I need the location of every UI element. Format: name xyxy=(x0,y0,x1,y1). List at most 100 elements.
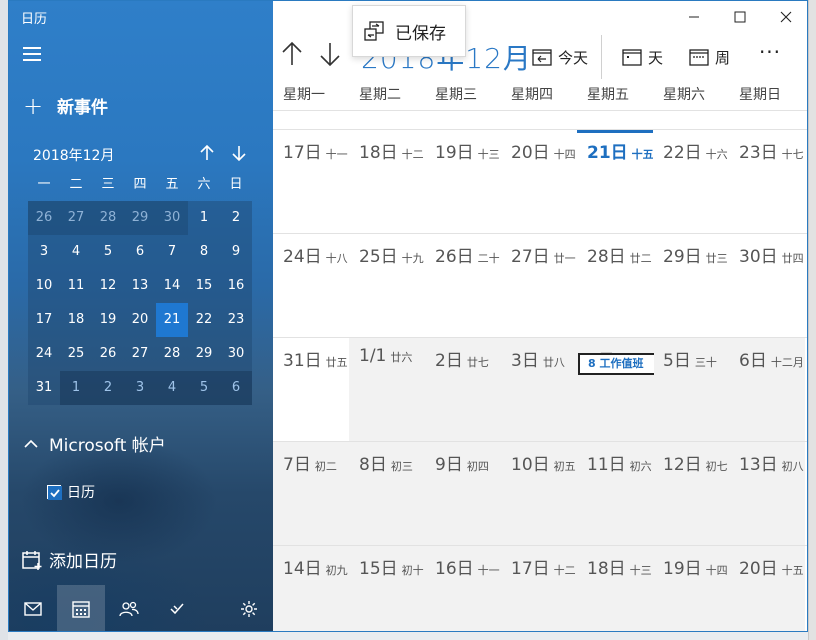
day-cell[interactable]: 5日 三十 xyxy=(653,338,729,442)
mini-day[interactable]: 29 xyxy=(188,337,220,371)
day-cell[interactable]: 25日 十九 xyxy=(349,234,425,338)
people-icon[interactable] xyxy=(105,585,153,631)
mini-day[interactable]: 26 xyxy=(28,201,60,235)
event-chip[interactable]: 8 工作值班 xyxy=(578,353,654,375)
mini-day[interactable]: 27 xyxy=(124,337,156,371)
day-cell[interactable]: 9日 初四 xyxy=(425,442,501,546)
mini-day[interactable]: 11 xyxy=(60,269,92,303)
previous-month-icon[interactable] xyxy=(279,41,305,67)
mini-day[interactable]: 25 xyxy=(60,337,92,371)
mini-day[interactable]: 20 xyxy=(124,303,156,337)
mini-day[interactable]: 22 xyxy=(188,303,220,337)
day-cell[interactable]: 17日 十一 xyxy=(273,130,349,234)
day-cell[interactable]: 14日 初九 xyxy=(273,546,349,631)
mini-day[interactable]: 19 xyxy=(92,303,124,337)
mini-day[interactable]: 30 xyxy=(220,337,252,371)
day-cell[interactable]: 19日 十三 xyxy=(425,130,501,234)
day-cell[interactable]: 23日 十七 xyxy=(729,130,805,234)
mini-day[interactable]: 3 xyxy=(28,235,60,269)
mini-day[interactable]: 23 xyxy=(220,303,252,337)
mini-day[interactable]: 13 xyxy=(124,269,156,303)
mini-day[interactable]: 30 xyxy=(156,201,188,235)
mail-icon[interactable] xyxy=(9,585,57,631)
mini-day[interactable]: 5 xyxy=(188,371,220,405)
mini-day[interactable]: 29 xyxy=(124,201,156,235)
add-calendar-button[interactable]: 添加日历 xyxy=(21,547,117,572)
day-cell[interactable]: 28日 廿二 xyxy=(577,234,653,338)
mini-day[interactable]: 17 xyxy=(28,303,60,337)
more-options-button[interactable]: ··· xyxy=(755,42,785,69)
mini-day[interactable]: 28 xyxy=(92,201,124,235)
day-cell-today[interactable]: 21日 十五 xyxy=(577,130,653,234)
calendar-icon[interactable] xyxy=(57,585,105,631)
mini-calendar-title[interactable]: 2018年12月 xyxy=(33,145,114,165)
day-cell[interactable]: 30日 廿四 xyxy=(729,234,805,338)
today-button[interactable]: 今天 xyxy=(532,43,588,71)
mini-day[interactable]: 4 xyxy=(60,235,92,269)
day-cell[interactable]: 27日 廿一 xyxy=(501,234,577,338)
mini-day[interactable]: 9 xyxy=(220,235,252,269)
mini-day[interactable]: 8 xyxy=(188,235,220,269)
mini-next-month-icon[interactable] xyxy=(229,143,249,163)
mini-day[interactable]: 10 xyxy=(28,269,60,303)
mini-day[interactable]: 24 xyxy=(28,337,60,371)
day-view-button[interactable]: 天 xyxy=(622,43,663,71)
calendar-checkbox-item[interactable]: 日历 xyxy=(47,482,95,502)
day-cell[interactable]: 12日 初七 xyxy=(653,442,729,546)
hamburger-menu-icon[interactable] xyxy=(23,47,43,65)
mini-day[interactable]: 16 xyxy=(220,269,252,303)
mini-day[interactable]: 6 xyxy=(124,235,156,269)
day-cell[interactable]: 29日 廿三 xyxy=(653,234,729,338)
day-cell[interactable]: 13日 初八 xyxy=(729,442,805,546)
mini-day[interactable]: 4 xyxy=(156,371,188,405)
next-month-icon[interactable] xyxy=(317,41,343,67)
mini-day[interactable]: 31 xyxy=(28,371,60,405)
todo-icon[interactable] xyxy=(153,585,201,631)
day-cell[interactable]: 6日 十二月 xyxy=(729,338,805,442)
day-cell[interactable]: 2日 廿七 xyxy=(425,338,501,442)
mini-day[interactable]: 6 xyxy=(220,371,252,405)
mini-day[interactable]: 26 xyxy=(92,337,124,371)
day-cell[interactable]: 10日 初五 xyxy=(501,442,577,546)
mini-day[interactable]: 5 xyxy=(92,235,124,269)
week-view-button[interactable]: 周 xyxy=(689,43,730,71)
close-icon[interactable] xyxy=(763,1,807,33)
day-cell[interactable]: 26日 二十 xyxy=(425,234,501,338)
day-cell[interactable]: 18日 十二 xyxy=(349,130,425,234)
day-cell[interactable]: 19日 十四 xyxy=(653,546,729,631)
mini-day[interactable]: 2 xyxy=(220,201,252,235)
mini-day[interactable]: 1 xyxy=(60,371,92,405)
account-section-toggle[interactable]: Microsoft 帐户 xyxy=(23,431,166,456)
day-cell[interactable]: 11日 初六 xyxy=(577,442,653,546)
mini-day[interactable]: 27 xyxy=(60,201,92,235)
day-cell[interactable]: 20日 十四 xyxy=(501,130,577,234)
mini-day[interactable]: 14 xyxy=(156,269,188,303)
day-cell[interactable]: 8日 初三 xyxy=(349,442,425,546)
day-cell[interactable]: 22日 十六 xyxy=(653,130,729,234)
mini-day[interactable]: 18 xyxy=(60,303,92,337)
minimize-icon[interactable] xyxy=(671,1,717,33)
mini-day[interactable]: 2 xyxy=(92,371,124,405)
mini-day[interactable]: 3 xyxy=(124,371,156,405)
maximize-icon[interactable] xyxy=(717,1,763,33)
mini-day[interactable]: 28 xyxy=(156,337,188,371)
day-cell[interactable]: 15日 初十 xyxy=(349,546,425,631)
day-cell[interactable]: 7日 初二 xyxy=(273,442,349,546)
day-cell[interactable]: 1/1 廿六 xyxy=(349,338,425,442)
mini-day[interactable]: 12 xyxy=(92,269,124,303)
day-cell[interactable]: 17日 十二 xyxy=(501,546,577,631)
day-cell[interactable]: 18日 十三 xyxy=(577,546,653,631)
calendar-checkbox[interactable] xyxy=(47,485,62,500)
day-cell[interactable]: 20日 十五 xyxy=(729,546,805,631)
mini-day[interactable]: 15 xyxy=(188,269,220,303)
day-cell[interactable]: 16日 十一 xyxy=(425,546,501,631)
day-cell[interactable]: 3日 廿八 xyxy=(501,338,577,442)
day-cell[interactable]: 24日 十八 xyxy=(273,234,349,338)
mini-prev-month-icon[interactable] xyxy=(197,143,217,163)
mini-day-today[interactable]: 21 xyxy=(156,303,188,337)
day-cell[interactable]: 31日 廿五 xyxy=(273,338,349,442)
new-event-button[interactable]: + 新事件 xyxy=(23,93,108,119)
mini-day[interactable]: 1 xyxy=(188,201,220,235)
settings-icon[interactable] xyxy=(225,585,273,631)
mini-day[interactable]: 7 xyxy=(156,235,188,269)
